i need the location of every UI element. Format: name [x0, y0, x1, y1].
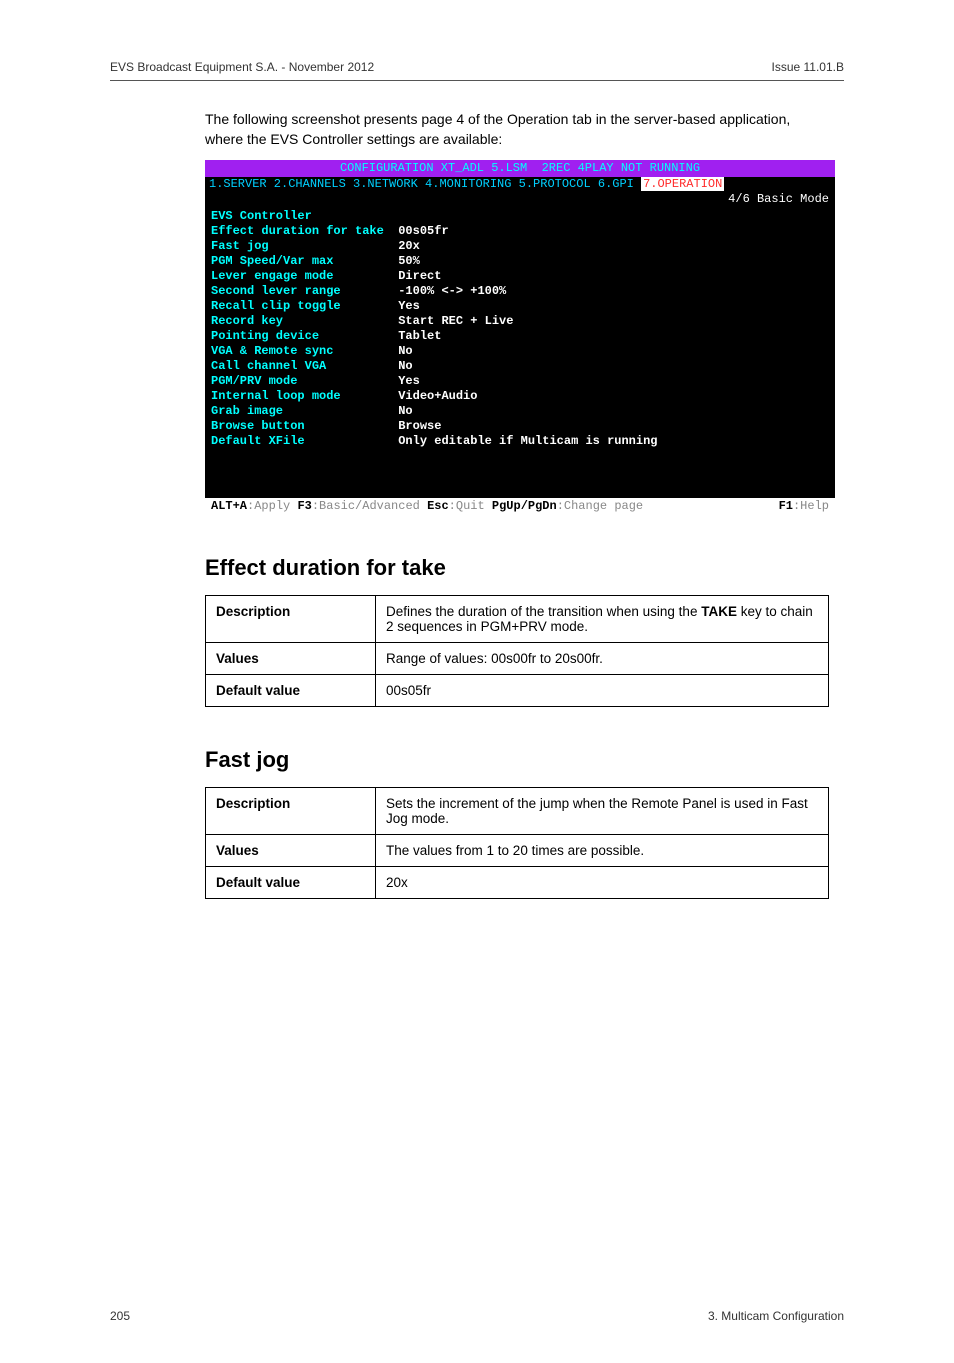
terminal-titlebar: CONFIGURATION XT_ADL 5.LSM 2REC 4PLAY NO…	[205, 160, 835, 177]
param-table-fast-jog: Description Sets the increment of the ju…	[205, 787, 829, 899]
table-row: Default value 00s05fr	[206, 674, 829, 706]
intro-paragraph: The following screenshot presents page 4…	[205, 109, 825, 150]
hotkey-f3: F3	[297, 499, 311, 513]
terminal-screenshot: CONFIGURATION XT_ADL 5.LSM 2REC 4PLAY NO…	[205, 160, 835, 515]
section-heading-fast-jog: Fast jog	[205, 747, 844, 773]
terminal-tabs: 1.SERVER 2.CHANNELS 3.NETWORK 4.MONITORI…	[205, 177, 835, 192]
cell-value-default: 20x	[376, 866, 829, 898]
hotkey-pgup-pgdn: PgUp/PgDn	[492, 499, 557, 513]
hotkey-esc-label: :Quit	[449, 499, 492, 513]
hotkey-alt-a: ALT+A	[211, 499, 247, 513]
hotkey-pgup-pgdn-label: :Change page	[557, 499, 643, 513]
terminal-footer: ALT+A:Apply F3:Basic/Advanced Esc:Quit P…	[205, 498, 835, 515]
table-row: Description Defines the duration of the …	[206, 595, 829, 642]
hotkey-esc: Esc	[427, 499, 449, 513]
hotkey-f1-label: :Help	[793, 499, 829, 513]
cell-label-default: Default value	[206, 866, 376, 898]
cell-value-values: The values from 1 to 20 times are possib…	[376, 834, 829, 866]
terminal-mode-indicator: 4/6 Basic Mode	[205, 192, 835, 207]
cell-label-description: Description	[206, 595, 376, 642]
cell-value-description: Defines the duration of the transition w…	[376, 595, 829, 642]
table-row: Default value 20x	[206, 866, 829, 898]
param-table-effect-duration: Description Defines the duration of the …	[205, 595, 829, 707]
header-left: EVS Broadcast Equipment S.A. - November …	[110, 60, 374, 74]
table-row: Values The values from 1 to 20 times are…	[206, 834, 829, 866]
page-footer: 205 3. Multicam Configuration	[110, 939, 844, 1323]
terminal-tabs-list: 1.SERVER 2.CHANNELS 3.NETWORK 4.MONITORI…	[209, 177, 641, 191]
page-header: EVS Broadcast Equipment S.A. - November …	[110, 60, 844, 81]
table-row: Description Sets the increment of the ju…	[206, 787, 829, 834]
cell-value-description: Sets the increment of the jump when the …	[376, 787, 829, 834]
cell-label-description: Description	[206, 787, 376, 834]
page: EVS Broadcast Equipment S.A. - November …	[0, 0, 954, 1363]
cell-label-values: Values	[206, 642, 376, 674]
hotkey-f1: F1	[779, 499, 793, 513]
section-heading-effect-duration: Effect duration for take	[205, 555, 844, 581]
terminal-tab-active: 7.OPERATION	[641, 177, 724, 191]
page-number: 205	[110, 1309, 130, 1323]
cell-label-default: Default value	[206, 674, 376, 706]
cell-value-values: Range of values: 00s00fr to 20s00fr.	[376, 642, 829, 674]
table-row: Values Range of values: 00s00fr to 20s00…	[206, 642, 829, 674]
hotkey-f3-label: :Basic/Advanced	[312, 499, 427, 513]
cell-label-values: Values	[206, 834, 376, 866]
terminal-body: EVS Controller Effect duration for take …	[205, 207, 835, 498]
cell-value-default: 00s05fr	[376, 674, 829, 706]
footer-section-label: 3. Multicam Configuration	[708, 1309, 844, 1323]
header-right: Issue 11.01.B	[772, 60, 845, 74]
hotkey-alt-a-label: :Apply	[247, 499, 297, 513]
